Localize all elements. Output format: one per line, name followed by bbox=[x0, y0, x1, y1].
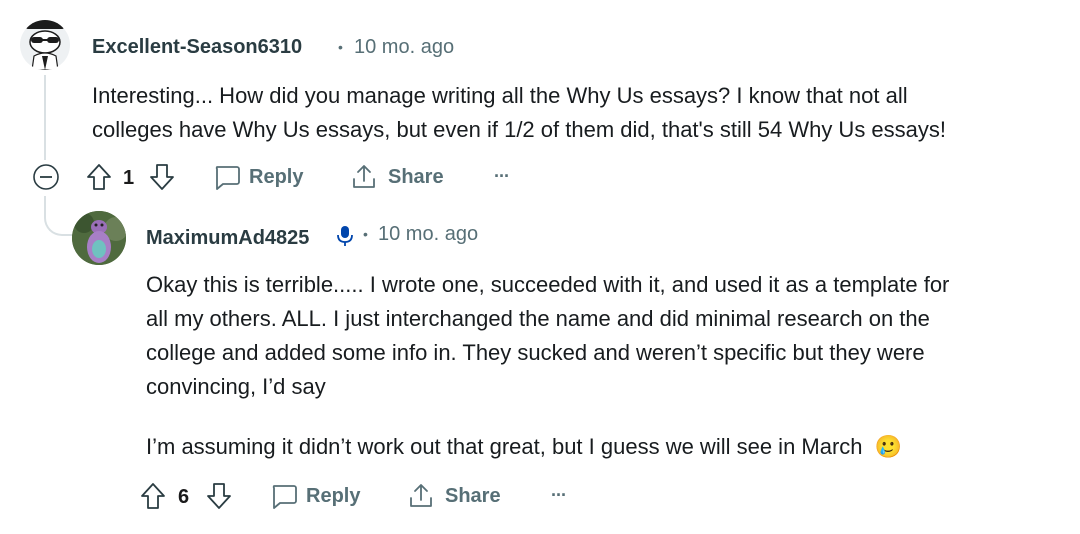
share-label: Share bbox=[388, 165, 444, 188]
avatar[interactable] bbox=[20, 20, 70, 70]
emoji-tearful-smile: 🥲 bbox=[874, 434, 903, 459]
comment-body-line: colleges have Why Us essays, but even if… bbox=[92, 117, 947, 142]
downvote-arrow-icon bbox=[150, 164, 174, 190]
upvote-button[interactable] bbox=[86, 163, 112, 191]
reply-label: Reply bbox=[249, 165, 304, 188]
comment-body: Interesting... How did you manage writin… bbox=[92, 79, 1072, 147]
comment-body-paragraph: I’m assuming it didn’t work out that gre… bbox=[146, 430, 1076, 464]
comment-body-line: Interesting... How did you manage writin… bbox=[92, 83, 908, 108]
comment-body-line: Okay this is terrible..... I wrote one, … bbox=[146, 272, 950, 297]
comment-body-line: I’m assuming it didn’t work out that gre… bbox=[146, 434, 863, 459]
comment-body: Okay this is terrible..... I wrote one, … bbox=[146, 268, 1076, 404]
downvote-button[interactable] bbox=[149, 163, 175, 191]
reply-button[interactable]: Reply bbox=[270, 483, 360, 509]
avatar[interactable] bbox=[72, 211, 126, 265]
share-icon bbox=[410, 484, 432, 507]
share-label: Share bbox=[445, 484, 501, 507]
reply-button[interactable]: Reply bbox=[213, 164, 303, 190]
comment-timestamp[interactable]: 10 mo. ago bbox=[378, 223, 478, 246]
downvote-arrow-icon bbox=[207, 483, 231, 509]
collapse-button[interactable] bbox=[32, 163, 60, 191]
share-button[interactable]: Share bbox=[350, 163, 444, 191]
share-icon bbox=[353, 165, 375, 188]
comment-timestamp[interactable]: 10 mo. ago bbox=[354, 36, 454, 59]
upvote-arrow-icon bbox=[141, 483, 165, 509]
comment-username[interactable]: Excellent-Season6310 bbox=[92, 36, 302, 59]
comment-username[interactable]: MaximumAd4825 bbox=[146, 227, 309, 250]
thread-branch bbox=[44, 196, 72, 236]
upvote-button[interactable] bbox=[140, 482, 166, 510]
reply-label: Reply bbox=[306, 484, 361, 507]
vote-count: 6 bbox=[178, 486, 190, 508]
more-options-button[interactable]: ··· bbox=[551, 485, 567, 506]
comment-body-line: college and added some info in. They suc… bbox=[146, 340, 925, 365]
collapse-minus-icon bbox=[33, 164, 59, 190]
thread-line bbox=[44, 75, 46, 160]
comment-body-line: convincing, I’d say bbox=[146, 374, 326, 399]
reply-bubble-icon bbox=[215, 166, 240, 190]
downvote-button[interactable] bbox=[206, 482, 232, 510]
user-avatar-icon bbox=[72, 211, 126, 265]
microphone-icon bbox=[336, 224, 354, 253]
snoo-avatar-icon bbox=[26, 20, 64, 70]
upvote-arrow-icon bbox=[87, 164, 111, 190]
more-options-button[interactable]: ··· bbox=[494, 166, 510, 187]
reply-bubble-icon bbox=[272, 485, 297, 509]
vote-count: 1 bbox=[123, 167, 135, 189]
meta-separator: • bbox=[363, 226, 368, 242]
share-button[interactable]: Share bbox=[407, 482, 501, 510]
meta-separator: • bbox=[338, 39, 343, 55]
comment-body-line: all my others. ALL. I just interchanged … bbox=[146, 306, 930, 331]
